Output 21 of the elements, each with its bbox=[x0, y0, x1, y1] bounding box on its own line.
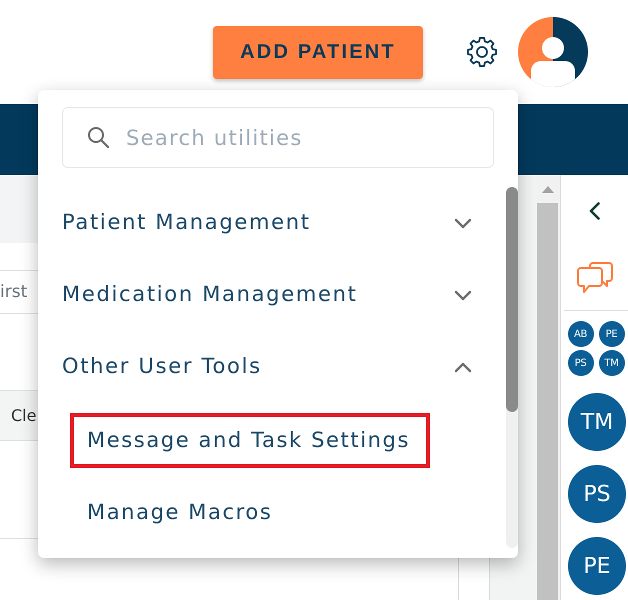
chat-icon[interactable] bbox=[576, 262, 612, 294]
menu-item[interactable]: Message and Task Settings bbox=[70, 413, 430, 468]
initials-avatar[interactable]: PS bbox=[568, 350, 594, 376]
initials-avatar[interactable]: PE bbox=[598, 321, 624, 347]
scrollbar-thumb[interactable] bbox=[506, 187, 518, 412]
initials-avatar[interactable]: PE bbox=[568, 537, 626, 595]
initials-avatar[interactable]: TM bbox=[568, 393, 626, 451]
scroll-up-icon[interactable] bbox=[542, 186, 554, 193]
name-filter-field[interactable]: irst bbox=[0, 270, 38, 314]
search-icon bbox=[87, 126, 109, 148]
page-scrollbar-thumb[interactable] bbox=[537, 203, 558, 600]
chevron-left-icon[interactable] bbox=[589, 202, 600, 220]
settings-icon[interactable] bbox=[466, 36, 498, 68]
table-header-cell: Cle bbox=[0, 390, 38, 441]
initials-avatar[interactable]: AB bbox=[568, 321, 594, 347]
add-patient-button[interactable]: ADD PATIENT bbox=[213, 26, 423, 78]
search-field[interactable]: Search utilities bbox=[62, 107, 494, 168]
user-avatar-icon[interactable] bbox=[518, 17, 588, 87]
initials-avatar[interactable]: PS bbox=[568, 465, 626, 523]
initials-avatar[interactable]: TM bbox=[598, 350, 624, 376]
menu-item[interactable]: Manage Macros bbox=[70, 485, 430, 540]
